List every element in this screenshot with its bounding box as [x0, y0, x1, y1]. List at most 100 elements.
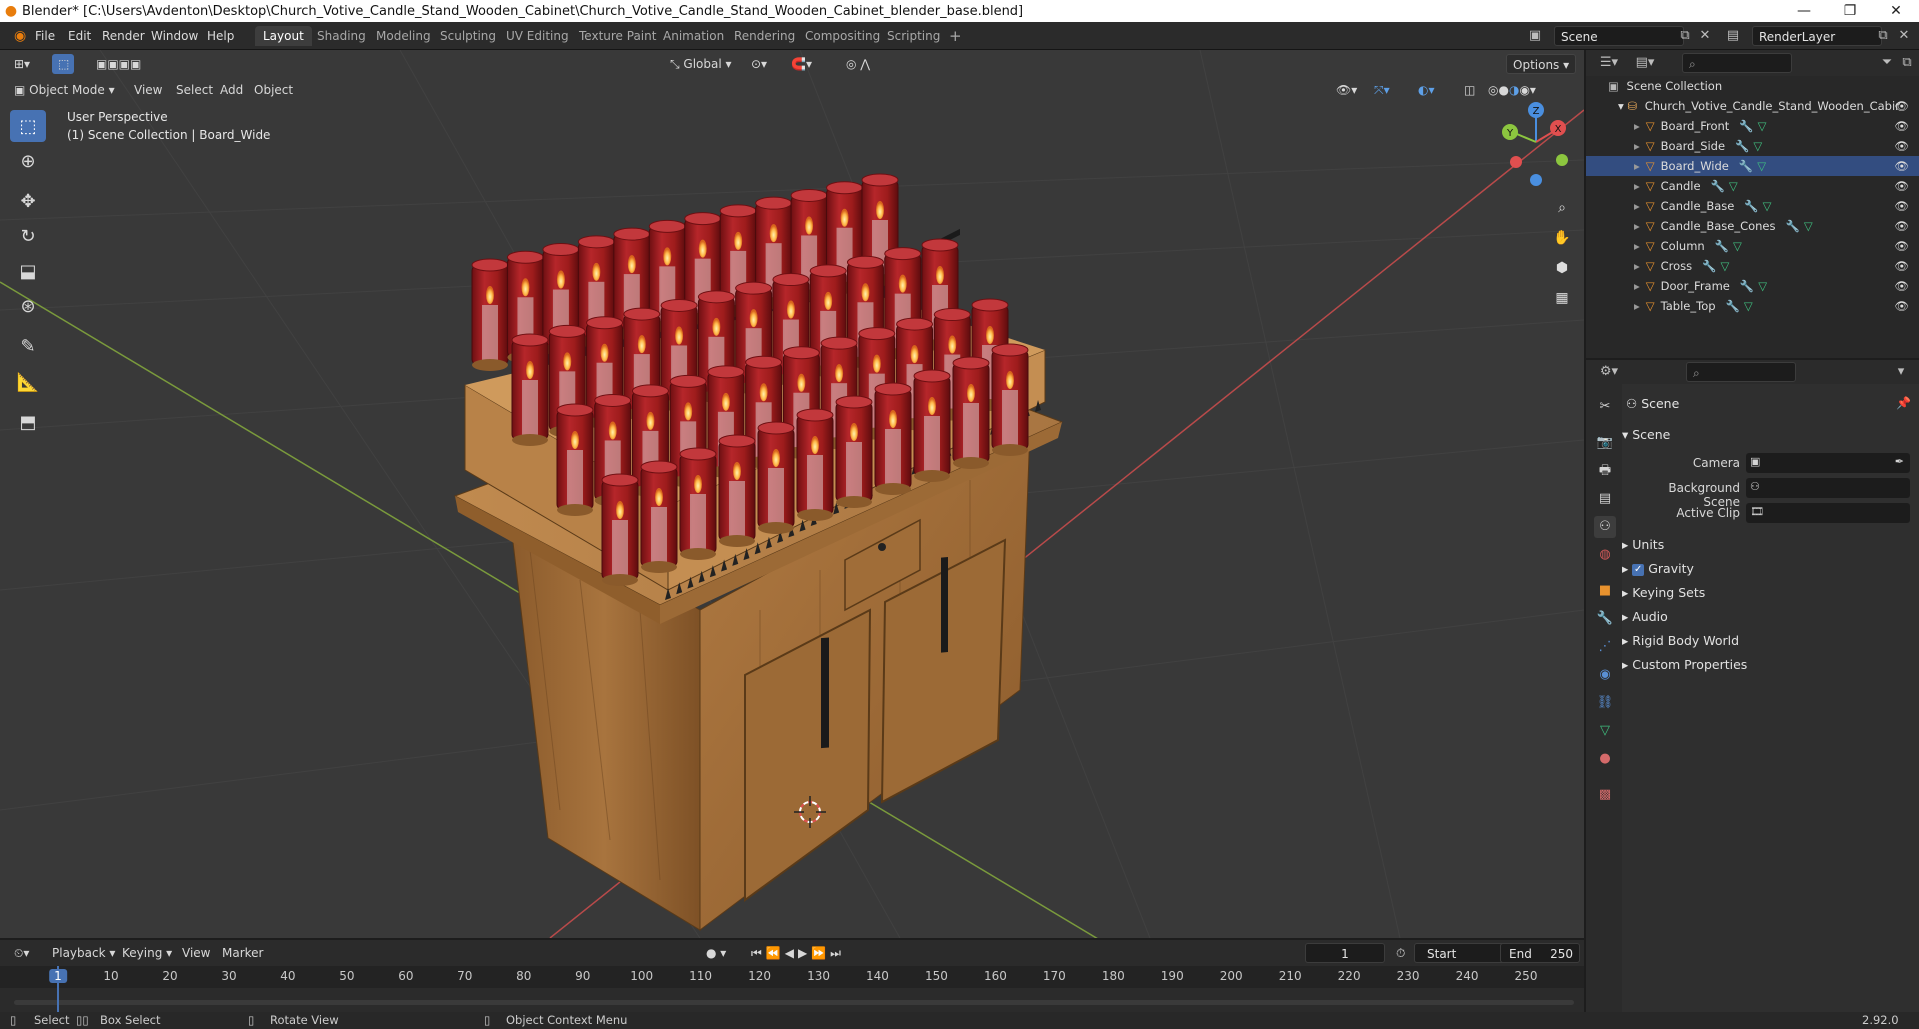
rigid-body-world-panel[interactable]: ▸ Rigid Body World [1622, 633, 1739, 648]
view-layer-field[interactable]: RenderLayer [1752, 26, 1882, 46]
camera-view-icon[interactable]: ⬢ [1550, 256, 1574, 280]
outliner-search-input[interactable]: ⌕ [1682, 53, 1792, 73]
scene-tab-icon[interactable]: ⚇ [1594, 516, 1616, 538]
menu-playback[interactable]: Playback ▾ [46, 943, 121, 963]
output-tab-icon[interactable]: 🖶 [1594, 460, 1616, 482]
expand-arrow-icon[interactable]: ▾ [1618, 99, 1624, 113]
eye-icon[interactable]: 👁 [1894, 136, 1909, 156]
mesh-data-icon[interactable]: ▽ [1721, 259, 1730, 273]
eye-icon[interactable]: 👁 [1894, 236, 1909, 256]
eye-icon[interactable]: 👁 [1894, 116, 1909, 136]
tab-layout[interactable]: Layout [255, 26, 312, 46]
eye-icon[interactable]: 👁 [1894, 156, 1909, 176]
mesh-data-icon[interactable]: ▽ [1757, 159, 1766, 173]
audio-panel[interactable]: ▸ Audio [1622, 609, 1668, 624]
object-tab-icon[interactable]: ■ [1594, 580, 1616, 602]
tab-modeling[interactable]: Modeling [368, 26, 439, 46]
menu-object[interactable]: Object [248, 80, 299, 100]
outliner-editor-type-icon[interactable]: ☰▾ [1598, 53, 1620, 73]
tab-rendering[interactable]: Rendering [726, 26, 803, 46]
object-mode-dropdown[interactable]: ▣ Object Mode ▾ [8, 80, 121, 100]
expand-arrow-icon[interactable]: ▸ [1634, 139, 1640, 153]
timer-icon[interactable]: ⏱ [1390, 943, 1411, 963]
outliner-object-door-frame[interactable]: ▸ ▽ Door_Frame 🔧 ▽ 👁 [1586, 276, 1919, 296]
rotate-tool-icon[interactable]: ↻ [10, 220, 46, 252]
view-layer-remove-icon[interactable]: ✕ [1893, 26, 1915, 46]
perspective-toggle-icon[interactable]: ▦ [1550, 286, 1574, 310]
end-frame-field[interactable]: End 250 [1500, 943, 1580, 963]
view-layer-tab-icon[interactable]: ▤ [1594, 488, 1616, 510]
mesh-data-icon[interactable]: ▽ [1729, 179, 1738, 193]
proportional-editing-toggle[interactable]: ◎ ⋀ [840, 54, 876, 74]
mesh-data-icon[interactable]: ▽ [1763, 199, 1772, 213]
add-workspace-button[interactable]: + [941, 26, 970, 46]
scale-tool-icon[interactable]: ⬓ [10, 255, 46, 287]
modifier-wrench-icon[interactable]: 🔧 [1740, 279, 1754, 293]
tab-sculpting[interactable]: Sculpting [432, 26, 504, 46]
menu-edit[interactable]: Edit [62, 27, 97, 45]
menu-window[interactable]: Window [145, 27, 204, 45]
expand-arrow-icon[interactable]: ▸ [1634, 299, 1640, 313]
mesh-data-icon[interactable]: ▽ [1758, 119, 1767, 133]
tab-texture-paint[interactable]: Texture Paint [571, 26, 664, 46]
mesh-data-icon[interactable]: ▽ [1733, 239, 1742, 253]
tab-uv-editing[interactable]: UV Editing [498, 26, 577, 46]
menu-render[interactable]: Render [96, 27, 151, 45]
expand-arrow-icon[interactable]: ▸ [1634, 259, 1640, 273]
expand-arrow-icon[interactable]: ▸ [1634, 159, 1640, 173]
expand-arrow-icon[interactable]: ▸ [1634, 199, 1640, 213]
modifier-wrench-icon[interactable]: 🔧 [1726, 299, 1740, 313]
modifier-wrench-icon[interactable]: 🔧 [1739, 159, 1753, 173]
eyedropper-icon[interactable]: ✒ [1895, 455, 1904, 468]
eye-icon[interactable]: 👁 [1894, 176, 1909, 196]
modifier-wrench-icon[interactable]: 🔧 [1786, 219, 1800, 233]
modifier-wrench-icon[interactable]: 🔧 [1735, 139, 1749, 153]
gravity-panel[interactable]: ▸ ✓ Gravity [1622, 561, 1694, 576]
scene-name-field[interactable]: Scene [1554, 26, 1684, 46]
expand-arrow-icon[interactable]: ▸ [1634, 119, 1640, 133]
outliner-object-board-front[interactable]: ▸ ▽ Board_Front 🔧 ▽ 👁 [1586, 116, 1919, 136]
outliner-object-table-top[interactable]: ▸ ▽ Table_Top 🔧 ▽ 👁 [1586, 296, 1919, 316]
gravity-checkbox[interactable]: ✓ [1632, 563, 1645, 576]
snap-toggle[interactable]: 🧲▾ [785, 54, 818, 74]
3d-viewport[interactable]: Z Y X User Perspective (1) Scene Collect… [0, 50, 1584, 938]
expand-arrow-icon[interactable]: ▸ [1634, 179, 1640, 193]
outliner-collection[interactable]: ▾ ⛁ Church_Votive_Candle_Stand_Wooden_Ca… [1586, 96, 1919, 116]
texture-tab-icon[interactable]: ▩ [1594, 784, 1616, 806]
keying-sets-panel[interactable]: ▸ Keying Sets [1622, 585, 1705, 600]
xray-toggle-icon[interactable]: ◫ [1458, 80, 1481, 100]
active-clip-field[interactable]: 🎞 [1746, 503, 1910, 523]
menu-timeline-view[interactable]: View [176, 943, 216, 963]
menu-select[interactable]: Select [170, 80, 219, 100]
menu-file[interactable]: File [29, 27, 61, 45]
expand-arrow-icon[interactable]: ▸ [1634, 239, 1640, 253]
annotate-tool-icon[interactable]: ✎ [10, 330, 46, 362]
select-mode-icon[interactable]: ⬚ [52, 54, 74, 74]
units-panel[interactable]: ▸ Units [1622, 537, 1664, 552]
scene-remove-icon[interactable]: ✕ [1694, 26, 1716, 46]
eye-icon[interactable]: 👁 [1894, 196, 1909, 216]
modifier-wrench-icon[interactable]: 🔧 [1702, 259, 1716, 273]
modifier-wrench-icon[interactable]: 🔧 [1739, 119, 1753, 133]
new-collection-icon[interactable]: ⧉ [1896, 53, 1918, 73]
scene-browse-icon[interactable]: ▣ [1524, 26, 1546, 46]
tab-scripting[interactable]: Scripting [879, 26, 948, 46]
background-scene-field[interactable]: ⚇ [1746, 478, 1910, 498]
outliner-object-board-wide[interactable]: ▸ ▽ Board_Wide 🔧 ▽ 👁 [1586, 156, 1919, 176]
constraints-tab-icon[interactable]: ⛓ [1594, 692, 1616, 714]
selection-mode-buttons[interactable]: ▣▣▣▣ [90, 54, 182, 74]
menu-keying[interactable]: Keying ▾ [116, 943, 178, 963]
playback-controls[interactable]: ⏮⏪◀▶⏩⏭ [745, 943, 851, 963]
physics-tab-icon[interactable]: ◉ [1594, 664, 1616, 686]
custom-properties-panel[interactable]: ▸ Custom Properties [1622, 657, 1747, 672]
record-icon[interactable]: ● ▾ [700, 943, 732, 963]
close-button[interactable]: ✕ [1873, 0, 1919, 22]
scene-new-icon[interactable]: ⧉ [1674, 26, 1696, 46]
tool-tab-icon[interactable]: ✂ [1594, 396, 1616, 418]
scene-panel-header[interactable]: ▾ Scene [1622, 427, 1670, 442]
filter-icon[interactable]: ⏷ [1876, 53, 1898, 73]
zoom-icon[interactable]: ⌕ [1550, 196, 1574, 220]
timeline-track-area[interactable] [0, 988, 1584, 1012]
outliner-object-candle-base[interactable]: ▸ ▽ Candle_Base 🔧 ▽ 👁 [1586, 196, 1919, 216]
mesh-data-icon[interactable]: ▽ [1744, 299, 1753, 313]
